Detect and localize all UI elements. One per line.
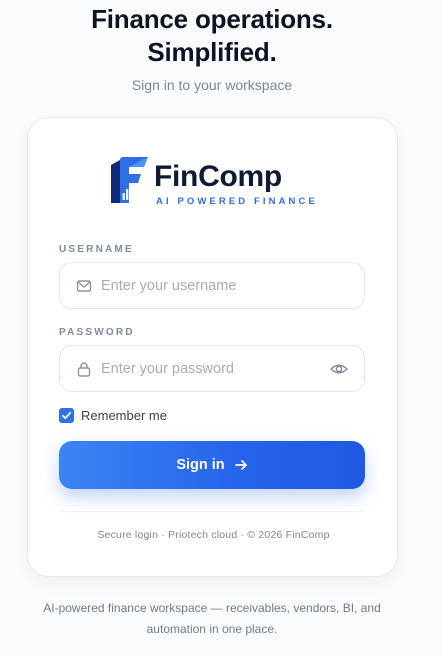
fincomp-logo-icon	[111, 157, 148, 203]
username-label: USERNAME	[59, 244, 134, 255]
username-field[interactable]	[59, 262, 365, 309]
login-card: FinComp AI POWERED FINANCE USERNAME PASS…	[27, 117, 398, 577]
card-footer: Secure login · Priotech cloud · © 2026 F…	[97, 529, 330, 541]
checkmark-icon	[61, 411, 72, 420]
login-page: Finance operations. Simplified. Sign in …	[0, 0, 442, 656]
sign-in-label: Sign in	[176, 457, 225, 473]
page-subheading: Sign in to your workspace	[131, 77, 293, 93]
headline-line-1: Finance operations.	[91, 4, 333, 34]
lock-icon	[77, 362, 91, 377]
password-input[interactable]	[101, 346, 321, 391]
remember-me-checkbox[interactable]	[59, 408, 74, 423]
brand-logo: FinComp AI POWERED FINANCE	[110, 156, 340, 210]
bottom-note: AI-powered finance workspace — receivabl…	[20, 598, 404, 640]
card-divider	[59, 511, 365, 512]
password-field[interactable]	[59, 345, 365, 392]
eye-icon[interactable]	[330, 361, 348, 377]
bottom-note-line-2: automation in one place.	[146, 622, 278, 636]
username-input[interactable]	[101, 263, 321, 308]
sign-in-button[interactable]: Sign in	[59, 441, 365, 489]
remember-me[interactable]: Remember me	[59, 407, 167, 424]
headline-line-2: Simplified.	[147, 37, 277, 67]
bottom-note-line-1: AI-powered finance workspace — receivabl…	[43, 601, 381, 615]
remember-me-label[interactable]: Remember me	[81, 408, 167, 423]
arrow-right-icon	[234, 459, 248, 471]
brand-name: FinComp	[154, 160, 282, 193]
page-headline: Finance operations. Simplified.	[0, 3, 424, 69]
password-label: PASSWORD	[59, 327, 135, 338]
brand-tagline: AI POWERED FINANCE	[156, 196, 318, 207]
mail-icon	[76, 280, 92, 292]
